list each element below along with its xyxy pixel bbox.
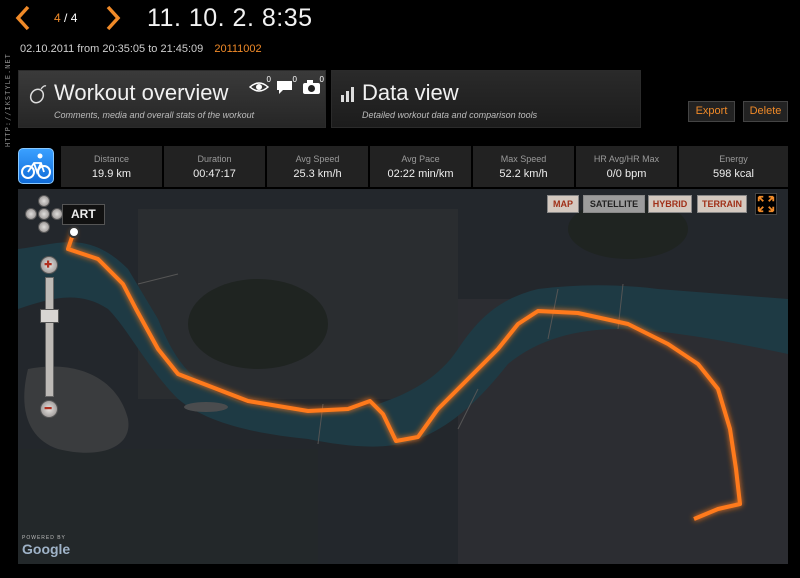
pan-center-button[interactable]	[38, 208, 50, 220]
stat-energy: Energy 598 kcal	[678, 146, 788, 187]
pan-control[interactable]	[25, 195, 63, 235]
stat-label: Distance	[93, 154, 129, 164]
page-counter: 4 / 4	[54, 11, 78, 25]
photos-count: 0	[319, 75, 324, 84]
bar-chart-icon	[341, 87, 354, 102]
tab-subtitle: Comments, media and overall stats of the…	[54, 110, 255, 120]
stat-avg-speed: Avg Speed 25.3 km/h	[266, 146, 368, 187]
comments-indicator[interactable]: 0	[275, 75, 297, 95]
time-range-text: 02.10.2011 from 20:35:05 to 21:45:09	[20, 43, 204, 55]
start-marker[interactable]	[68, 226, 80, 238]
map-type-satellite[interactable]: SATELLITE	[583, 195, 645, 213]
zoom-out-button[interactable]	[40, 400, 58, 418]
stats-bar: Distance 19.9 km Duration 00:47:17 Avg S…	[18, 146, 788, 187]
plus-icon	[44, 260, 52, 268]
stat-label: HR Avg/HR Max	[593, 154, 660, 164]
stat-value: 52.2 km/h	[499, 168, 548, 180]
tab-data-view[interactable]: Data view Detailed workout data and comp…	[331, 70, 641, 128]
zoom-in-button[interactable]	[40, 256, 58, 274]
watermark-text: HTTP://IKSTYLE.NET	[4, 53, 12, 147]
sport-type-badge	[18, 148, 54, 184]
tab-subtitle: Detailed workout data and comparison too…	[362, 110, 538, 120]
comments-count: 0	[292, 75, 297, 84]
map-type-hybrid[interactable]: HYBRID	[648, 195, 692, 213]
stat-value: 19.9 km	[91, 168, 132, 180]
current-page: 4	[54, 11, 61, 25]
expand-icon	[757, 195, 775, 213]
map-type-map[interactable]: MAP	[547, 195, 579, 213]
start-label: ART	[62, 204, 105, 225]
total-pages: 4	[70, 11, 78, 25]
next-workout-button[interactable]	[104, 4, 122, 32]
google-brand: Google	[22, 541, 71, 557]
stat-value: 00:47:17	[193, 168, 236, 180]
stat-value: 02:22 min/km	[387, 168, 454, 180]
tab-workout-overview[interactable]: Workout overview Comments, media and ove…	[18, 70, 326, 128]
cycling-icon	[21, 153, 51, 179]
photos-indicator[interactable]: 0	[302, 75, 324, 95]
tab-title: Data view	[362, 80, 459, 105]
chevron-left-icon	[15, 5, 30, 31]
workout-time-range: 02.10.2011 from 20:35:05 to 21:45:09 201…	[20, 43, 262, 55]
stat-value: 598 kcal	[713, 168, 754, 180]
zoom-slider-track[interactable]	[45, 277, 54, 397]
views-indicator[interactable]: 0	[248, 75, 271, 95]
stat-max-speed: Max Speed 52.2 km/h	[472, 146, 574, 187]
route-map[interactable]: ART MAP SATELLITE HYBRID TERRAIN POWERED…	[18, 189, 788, 564]
tab-title: Workout overview	[54, 80, 229, 105]
minus-icon	[44, 407, 52, 410]
export-button[interactable]: Export	[688, 101, 735, 122]
pan-left-button[interactable]	[25, 208, 37, 220]
watermark: HTTP://IKSTYLE.NET	[1, 20, 13, 150]
workout-datetime: 11. 10. 2. 8:35	[147, 4, 313, 32]
stat-avg-pace: Avg Pace 02:22 min/km	[369, 146, 471, 187]
workout-id-link[interactable]: 20111002	[214, 43, 261, 55]
satellite-imagery	[18, 189, 788, 564]
google-logo: POWERED BY Google	[22, 535, 70, 557]
fullscreen-button[interactable]	[755, 193, 777, 215]
zoom-slider-thumb[interactable]	[40, 309, 59, 323]
map-type-terrain[interactable]: TERRAIN	[697, 195, 747, 213]
stat-heart-rate: HR Avg/HR Max 0/0 bpm	[575, 146, 677, 187]
stat-label: Duration	[197, 154, 232, 164]
previous-workout-button[interactable]	[14, 4, 32, 32]
stat-value: 0/0 bpm	[606, 168, 647, 180]
stat-label: Max Speed	[500, 154, 547, 164]
stat-distance: Distance 19.9 km	[60, 146, 162, 187]
chevron-right-icon	[106, 5, 121, 31]
stat-label: Avg Speed	[295, 154, 340, 164]
stat-label: Energy	[719, 154, 748, 164]
pan-down-button[interactable]	[38, 221, 50, 233]
stat-label: Avg Pace	[401, 154, 440, 164]
pan-up-button[interactable]	[38, 195, 50, 207]
delete-button[interactable]: Delete	[743, 101, 788, 122]
stat-duration: Duration 00:47:17	[163, 146, 265, 187]
views-count: 0	[266, 75, 271, 84]
mouse-icon	[29, 85, 47, 104]
stat-value: 25.3 km/h	[293, 168, 342, 180]
